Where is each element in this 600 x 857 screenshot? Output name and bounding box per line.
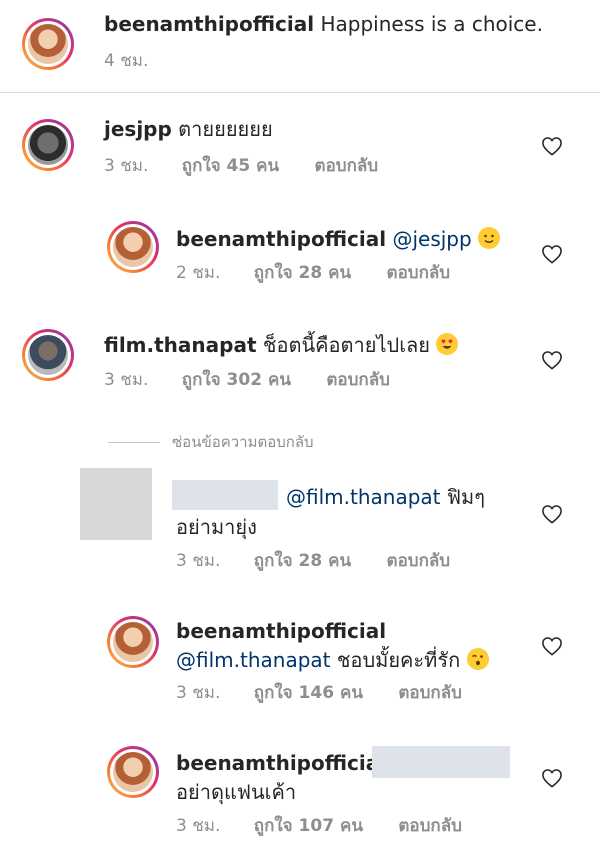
- mention-link[interactable]: @film.thanapat: [286, 485, 441, 509]
- reply-text: ฟิมๆ: [446, 485, 485, 509]
- avatar-beenamthipofficial[interactable]: [107, 616, 159, 668]
- comment-meta: 3 ชม. ถูกใจ 45 คน ตอบกลับ: [104, 155, 378, 177]
- avatar-beenamthipofficial[interactable]: [107, 221, 159, 273]
- comment-item: jesjpp ตายยยยยย 3 ชม. ถูกใจ 45 คน ตอบกลั…: [0, 92, 600, 204]
- comment-likes[interactable]: ถูกใจ 45 คน: [182, 155, 279, 177]
- reply-button[interactable]: ตอบกลับ: [398, 682, 462, 704]
- caption-username[interactable]: beenamthipofficial: [104, 12, 314, 36]
- reply-meta: 3 ชม. ถูกใจ 28 คน ตอบกลับ: [176, 550, 450, 572]
- comment-text: ช็อตนี้คือตายไปเลย: [262, 333, 431, 357]
- reply-likes[interactable]: ถูกใจ 28 คน: [254, 550, 351, 572]
- comment-username[interactable]: jesjpp: [104, 117, 172, 141]
- hide-replies-toggle[interactable]: ซ่อนข้อความตอบกลับ: [108, 430, 314, 454]
- heart-outline-icon[interactable]: [541, 636, 563, 656]
- reply-time: 3 ชม.: [176, 683, 221, 703]
- heart-eyes-emoji: [436, 333, 459, 355]
- reply-button[interactable]: ตอบกลับ: [387, 550, 451, 572]
- reply-likes[interactable]: ถูกใจ 28 คน: [254, 262, 351, 284]
- kissing-face-emoji: [466, 648, 489, 670]
- mention-link[interactable]: @jesjpp: [392, 227, 471, 251]
- reply-username[interactable]: beenamthipofficial: [176, 751, 386, 775]
- reply-button[interactable]: ตอบกลับ: [387, 262, 451, 284]
- hide-replies-divider: [108, 442, 160, 443]
- heart-outline-icon[interactable]: [541, 350, 563, 370]
- slightly-smiling-face-emoji: [478, 227, 501, 249]
- reply-username-line: beenamthipofficial: [176, 618, 386, 644]
- reply-username[interactable]: beenamthipofficial: [176, 227, 386, 251]
- mention-link[interactable]: @film.thanapat: [176, 648, 331, 672]
- reply-button[interactable]: ตอบกลับ: [326, 369, 390, 391]
- reply-line: @film.thanapat ฟิมๆ: [286, 484, 485, 510]
- avatar-film-thanapat[interactable]: [22, 329, 74, 381]
- avatar-beenamthipofficial[interactable]: [107, 746, 159, 798]
- comment-username[interactable]: film.thanapat: [104, 333, 257, 357]
- reply-username-line: beenamthipofficial: [176, 750, 386, 776]
- reply-item: beenamthipofficial @jesjpp 2 ชม. ถูกใจ 2…: [0, 204, 600, 312]
- reply-line: @film.thanapat ชอบมั้ยคะที่รัก: [176, 647, 489, 673]
- comment-time: 3 ชม.: [104, 156, 149, 176]
- comment-line: film.thanapat ช็อตนี้คือตายไปเลย: [104, 332, 459, 358]
- heart-outline-icon[interactable]: [541, 504, 563, 524]
- comment-item: film.thanapat ช็อตนี้คือตายไปเลย 3 ชม. ถ…: [0, 312, 600, 416]
- comment-line: jesjpp ตายยยยยย: [104, 116, 273, 142]
- reply-time: 2 ชม.: [176, 263, 221, 283]
- reply-time: 3 ชม.: [176, 551, 221, 571]
- reply-meta: 3 ชม. ถูกใจ 107 คน ตอบกลับ: [176, 815, 462, 837]
- heart-outline-icon[interactable]: [541, 244, 563, 264]
- reply-item: @film.thanapat ฟิมๆ อย่ามายุ่ง 3 ชม. ถูก…: [0, 458, 600, 586]
- reply-likes[interactable]: ถูกใจ 146 คน: [254, 682, 363, 704]
- reply-likes[interactable]: ถูกใจ 107 คน: [254, 815, 363, 837]
- reply-username[interactable]: beenamthipofficial: [176, 619, 386, 643]
- post-caption: beenamthipofficial Happiness is a choice…: [0, 0, 600, 93]
- heart-outline-icon[interactable]: [541, 768, 563, 788]
- reply-text-line2: อย่ามายุ่ง: [176, 515, 257, 539]
- avatar-hidden[interactable]: [80, 468, 152, 540]
- comment-text: ตายยยยยย: [178, 117, 273, 141]
- reply-button[interactable]: ตอบกลับ: [398, 815, 462, 837]
- comment-meta: 3 ชม. ถูกใจ 302 คน ตอบกลับ: [104, 369, 390, 391]
- caption-text: Happiness is a choice.: [320, 12, 543, 36]
- reply-line: beenamthipofficial @jesjpp: [176, 226, 501, 252]
- reply-meta: 3 ชม. ถูกใจ 146 คน ตอบกลับ: [176, 682, 462, 704]
- comment-likes[interactable]: ถูกใจ 302 คน: [182, 369, 291, 391]
- caption-time: 4 ชม.: [104, 51, 149, 71]
- hide-replies-label: ซ่อนข้อความตอบกลับ: [172, 433, 314, 451]
- reply-item: beenamthipofficial @film.thanapat ชอบมั้…: [0, 600, 600, 730]
- avatar-beenamthipofficial[interactable]: [22, 18, 74, 70]
- reply-text: ชอบมั้ยคะที่รัก: [336, 648, 461, 672]
- reply-text-line2: อย่าดุแฟนเค้า: [176, 780, 297, 804]
- reply-time: 3 ชม.: [176, 816, 221, 836]
- hidden-mention: [372, 746, 510, 778]
- caption-line: beenamthipofficial Happiness is a choice…: [104, 11, 543, 37]
- reply-item: beenamthipofficial อย่าดุแฟนเค้า 3 ชม. ถ…: [0, 730, 600, 857]
- hidden-username: [172, 480, 278, 510]
- comment-time: 3 ชม.: [104, 370, 149, 390]
- avatar-jesjpp[interactable]: [22, 119, 74, 171]
- reply-button[interactable]: ตอบกลับ: [315, 155, 379, 177]
- heart-outline-icon[interactable]: [541, 136, 563, 156]
- reply-meta: 2 ชม. ถูกใจ 28 คน ตอบกลับ: [176, 262, 450, 284]
